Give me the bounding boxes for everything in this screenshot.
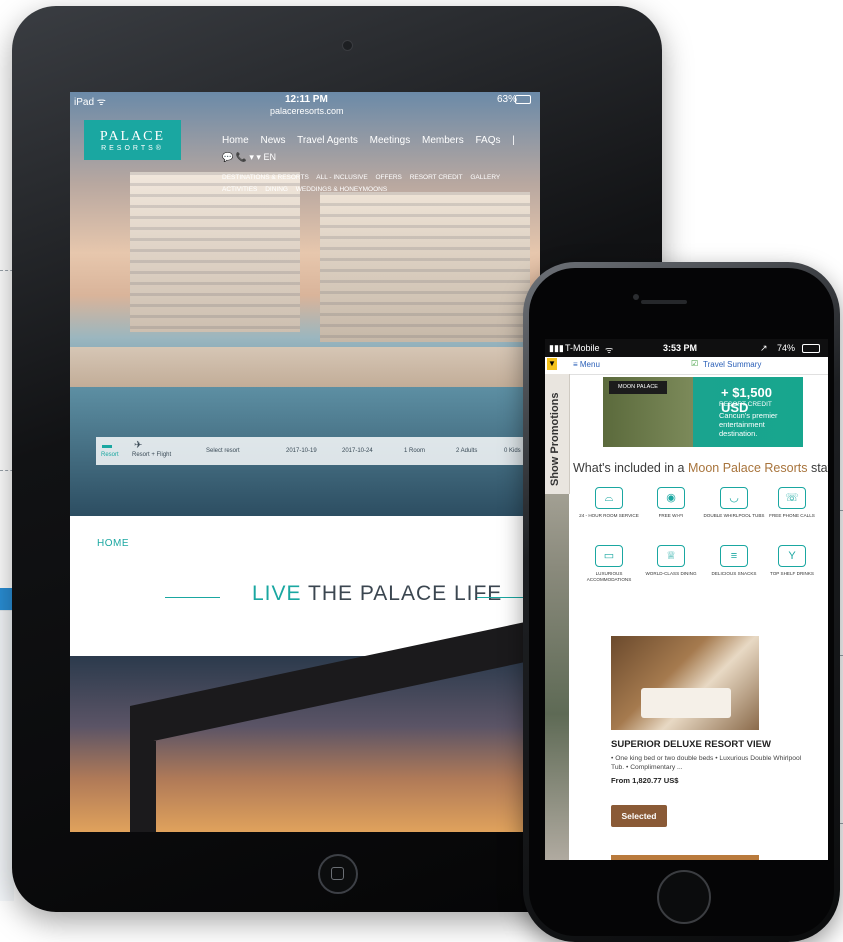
bed-icon: ▭ (595, 545, 623, 567)
iphone-home-button[interactable] (657, 870, 711, 924)
subnav-gallery[interactable]: GALLERY (470, 174, 500, 181)
credit-label: RESORT CREDIT (719, 401, 772, 408)
palace-resorts-logo[interactable]: PALACE RESORTS® (84, 120, 181, 160)
url-bar[interactable]: palaceresorts.com (270, 106, 344, 116)
resort-select[interactable]: Select resort (206, 448, 240, 454)
sub-nav: DESTINATIONS & RESORTS ALL - INCLUSIVE O… (222, 172, 532, 196)
burger-icon: ≡ (720, 545, 748, 567)
amenity-item: ♕ WORLD-CLASS DINING (640, 545, 702, 577)
carrier: T-Mobile (565, 343, 600, 353)
checkin-date[interactable]: 2017-10-19 (286, 448, 317, 454)
travel-summary-link[interactable]: Travel Summary (703, 360, 761, 369)
subnav-dining[interactable]: DINING (265, 186, 288, 193)
battery-icon (802, 344, 820, 353)
amenity-item: ⌓ 24 - HOUR ROOM SERVICE (578, 487, 640, 519)
nav-members[interactable]: Members (422, 135, 464, 146)
nav-news[interactable]: News (260, 135, 285, 146)
banner-text: Cancun's premier entertainment destinati… (719, 411, 778, 438)
subnav-resort-credit[interactable]: RESORT CREDIT (410, 174, 463, 181)
checkout-date[interactable]: 2017-10-24 (342, 448, 373, 454)
amenity-item: Y TOP SHELF DRINKS (761, 545, 823, 577)
nav-meetings[interactable]: Meetings (370, 135, 411, 146)
amenities-heading: What's included in a Moon Palace Resorts… (573, 461, 828, 475)
amenity-item: ≡ DELICIOUS SNACKS (703, 545, 765, 577)
battery-level: 63% (497, 94, 518, 105)
room-photo[interactable] (611, 636, 759, 730)
amenity-item: ☏ FREE PHONE CALLS (761, 487, 823, 519)
battery-level: 74% (777, 343, 796, 353)
ipad-camera (342, 40, 353, 51)
booking-bar: ▬ Resort ✈ Resort + Flight Select resort… (96, 437, 540, 465)
ipad-screen: iPad ᯤ 12:11 PM palaceresorts.com ✱ 63% … (70, 92, 540, 832)
app-top-bar: ▼ ≡ Menu ☑ Travel Summary (545, 357, 828, 375)
subnav-all-inclusive[interactable]: ALL - INCLUSIVE (316, 174, 367, 181)
subnav-weddings[interactable]: WEDDINGS & HONEYMOONS (296, 186, 387, 193)
main-nav: Home News Travel Agents Meetings Members… (222, 135, 524, 146)
nav-divider: | (512, 135, 515, 146)
tag-icon[interactable]: ▼ (547, 358, 557, 370)
page-tagline: LIVE THE PALACE LIFE (252, 582, 503, 605)
room-service-icon: ⌓ (595, 487, 623, 509)
room-price: From 1,820.77 US$ (611, 776, 679, 785)
bathtub-icon: ◡ (720, 487, 748, 509)
iphone-speaker (641, 300, 687, 304)
nav-home[interactable]: Home (222, 135, 249, 146)
signal-icon: ▮▮▮ (549, 343, 564, 353)
clock: 12:11 PM (285, 94, 328, 105)
menu-button[interactable]: ≡ Menu (573, 360, 600, 369)
amenity-item: ▭ LUXURIOUS ACCOMMODATIONS (578, 545, 640, 583)
plane-icon: ✈ (134, 440, 143, 451)
ipad-status-bar: iPad ᯤ 12:11 PM palaceresorts.com ✱ 63% (70, 92, 540, 120)
show-promotions-tab[interactable]: Show Promotions (545, 374, 570, 494)
amenity-item: ◡ DOUBLE WHIRLPOOL TUBS (703, 487, 765, 519)
divider-line (165, 597, 220, 598)
kids-select[interactable]: 0 Kids (504, 448, 521, 454)
ipad-home-button[interactable] (318, 854, 358, 894)
tab-resort[interactable]: Resort (101, 452, 119, 458)
wifi-icon: ᯤ (605, 345, 614, 355)
checklist-icon: ☑ (691, 359, 699, 368)
clock: 3:53 PM (663, 343, 698, 353)
subnav-activities[interactable]: ACTIVITIES (222, 186, 257, 193)
amenity-item: ◉ FREE WI-FI (640, 487, 702, 519)
subnav-offers[interactable]: OFFERS (376, 174, 402, 181)
device-label: iPad ᯤ (74, 97, 106, 108)
tab-resort-flight[interactable]: Resort + Flight (132, 452, 171, 458)
iphone-status-bar: ▮▮▮ T-Mobile ᯤ 3:53 PM ↗ 74% (545, 339, 828, 357)
subnav-destinations[interactable]: DESTINATIONS & RESORTS (222, 174, 309, 181)
room-title: SUPERIOR DELUXE RESORT VIEW (611, 739, 771, 750)
breadcrumb[interactable]: HOME (97, 538, 129, 549)
iphone-camera (633, 294, 639, 300)
location-icon: ↗ (760, 343, 768, 353)
phone-icon: ☏ (778, 487, 806, 509)
iphone-screen: ▮▮▮ T-Mobile ᯤ 3:53 PM ↗ 74% ▼ ≡ Menu ☑ … (545, 339, 828, 860)
iphone-device: ▮▮▮ T-Mobile ᯤ 3:53 PM ↗ 74% ▼ ≡ Menu ☑ … (523, 262, 840, 942)
sunset-image (70, 616, 540, 832)
battery-icon (515, 95, 531, 104)
promo-banner[interactable]: MOON PALACE + $1,500 USD RESORT CREDIT C… (603, 377, 803, 447)
contact-row[interactable]: 💬 📞 ▾ ▾ EN (222, 152, 276, 163)
nav-faqs[interactable]: FAQs (475, 135, 500, 146)
wifi-icon: ◉ (657, 487, 685, 509)
nav-travel-agents[interactable]: Travel Agents (297, 135, 358, 146)
next-item-preview (611, 855, 759, 860)
room-description: • One king bed or two double beds • Luxu… (611, 755, 802, 771)
chef-hat-icon: ♕ (657, 545, 685, 567)
rooms-select[interactable]: 1 Room (404, 448, 425, 454)
moon-palace-logo: MOON PALACE (609, 381, 667, 394)
select-room-button[interactable]: Selected (611, 805, 667, 827)
adults-select[interactable]: 2 Adults (456, 448, 477, 454)
bed-icon: ▬ (102, 440, 112, 451)
cocktail-icon: Y (778, 545, 806, 567)
